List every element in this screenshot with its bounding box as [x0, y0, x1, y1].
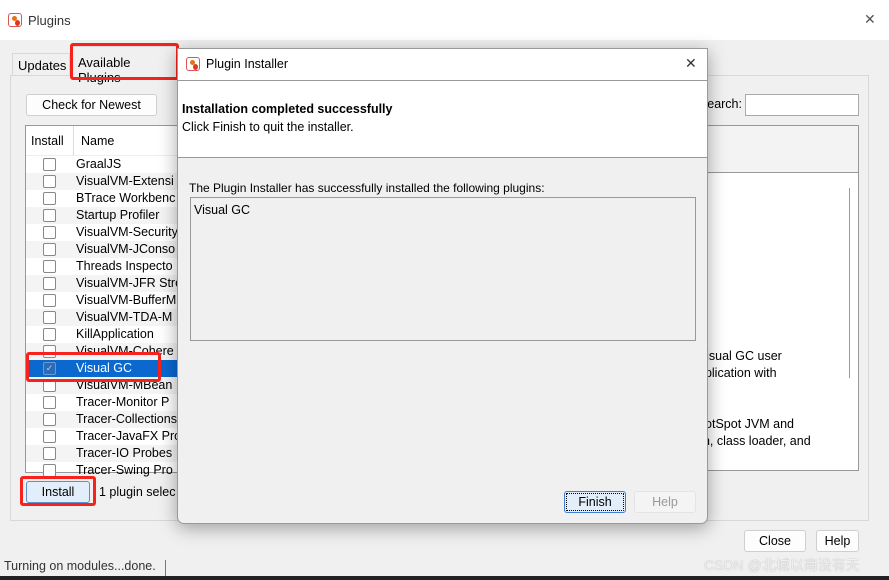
window-titlebar: Plugins ✕: [0, 0, 889, 40]
dialog-help-button[interactable]: Help: [634, 491, 696, 513]
plugin-name: VisualVM-TDA-M: [76, 310, 173, 324]
table-row[interactable]: GraalJS: [26, 156, 177, 173]
help-button[interactable]: Help: [816, 530, 859, 552]
plugin-name: Tracer-IO Probes: [76, 446, 173, 460]
install-checkbox[interactable]: [43, 260, 56, 273]
tab-updates[interactable]: Updates: [12, 53, 70, 76]
search-input[interactable]: [745, 94, 859, 116]
header-install[interactable]: Install: [31, 134, 64, 148]
plugin-name: VisualVM-Extensi: [76, 174, 174, 188]
table-header: Install Name: [26, 126, 177, 156]
table-row[interactable]: VisualVM-JFR Stre: [26, 275, 182, 292]
table-row[interactable]: VisualVM-JConso: [26, 241, 177, 258]
plugin-name: Tracer-JavaFX Pro: [76, 429, 182, 443]
highlight-row: [26, 352, 161, 382]
plugin-name: VisualVM-JFR Stre: [76, 276, 183, 290]
install-checkbox[interactable]: [43, 175, 56, 188]
install-checkbox[interactable]: [43, 294, 56, 307]
plugin-name: VisualVM-Security: [76, 225, 178, 239]
plugin-name: VisualVM-BufferM: [76, 293, 177, 307]
status-text: Turning on modules...done.: [4, 560, 156, 573]
details-text: on, class loader, and: [696, 434, 811, 448]
watermark: CSDN @北城以南没有天: [704, 557, 860, 573]
table-row[interactable]: KillApplication: [26, 326, 177, 343]
header-name[interactable]: Name: [81, 134, 114, 148]
install-checkbox[interactable]: [43, 430, 56, 443]
dialog-heading: Installation completed successfully: [182, 102, 393, 116]
window-title: Plugins: [28, 13, 71, 28]
divider: [165, 560, 166, 576]
highlight-install: [20, 476, 96, 506]
close-button[interactable]: Close: [744, 530, 806, 552]
table-row[interactable]: Tracer-Monitor P: [26, 394, 177, 411]
table-row[interactable]: Threads Inspecto: [26, 258, 177, 275]
plugin-name: Tracer-Collections: [76, 412, 177, 426]
dialog-titlebar: Plugin Installer ✕: [178, 49, 707, 80]
install-checkbox[interactable]: [43, 447, 56, 460]
table-row[interactable]: Tracer-Collections: [26, 411, 177, 428]
details-text: pplication with: [698, 366, 777, 380]
install-checkbox[interactable]: [43, 413, 56, 426]
finish-button[interactable]: Finish: [564, 491, 626, 513]
plugin-name: Tracer-Swing Pro: [76, 463, 173, 477]
plugin-name: Startup Profiler: [76, 208, 160, 222]
window-edge: [0, 576, 889, 580]
selection-count: 1 plugin selec: [99, 485, 176, 499]
check-for-newest-button[interactable]: Check for Newest: [26, 94, 157, 116]
scrollbar[interactable]: [849, 188, 850, 378]
details-text: HotSpot JVM and: [696, 417, 794, 431]
table-row[interactable]: VisualVM-Security: [26, 224, 178, 241]
dialog-subheading: Click Finish to quit the installer.: [182, 120, 354, 134]
dialog-body-text: The Plugin Installer has successfully in…: [189, 181, 545, 195]
close-icon[interactable]: ✕: [864, 11, 876, 28]
install-checkbox[interactable]: [43, 328, 56, 341]
install-checkbox[interactable]: [43, 192, 56, 205]
installed-list[interactable]: Visual GC: [190, 197, 696, 341]
table-row[interactable]: Startup Profiler: [26, 207, 177, 224]
install-checkbox[interactable]: [43, 158, 56, 171]
install-checkbox[interactable]: [43, 396, 56, 409]
plugin-name: Tracer-Monitor P: [76, 395, 170, 409]
plugin-installer-dialog: Plugin Installer ✕ Installation complete…: [177, 48, 708, 524]
plugin-name: BTrace Workbenc: [76, 191, 176, 205]
highlight-tab: [70, 43, 179, 80]
plugin-name: KillApplication: [76, 327, 154, 341]
table-row[interactable]: VisualVM-Extensi: [26, 173, 177, 190]
tab-label: Updates: [18, 58, 67, 73]
column-divider: [73, 126, 74, 156]
table-row[interactable]: Tracer-JavaFX Pro: [26, 428, 181, 445]
table-row[interactable]: VisualVM-BufferM: [26, 292, 177, 309]
install-checkbox[interactable]: [43, 311, 56, 324]
app-icon: [186, 57, 200, 71]
dialog-header: Installation completed successfully Clic…: [178, 80, 707, 158]
dialog-title: Plugin Installer: [206, 57, 288, 71]
plugin-name: VisualVM-JConso: [76, 242, 176, 256]
table-row[interactable]: VisualVM-TDA-M: [26, 309, 177, 326]
details-text: Visual GC user: [698, 349, 782, 363]
table-row[interactable]: Tracer-IO Probes: [26, 445, 177, 462]
plugin-name: Threads Inspecto: [76, 259, 173, 273]
install-checkbox[interactable]: [43, 277, 56, 290]
install-checkbox[interactable]: [43, 243, 56, 256]
install-checkbox[interactable]: [43, 209, 56, 222]
install-checkbox[interactable]: [43, 226, 56, 239]
installed-item: Visual GC: [194, 203, 251, 217]
close-icon[interactable]: ✕: [685, 55, 697, 72]
plugin-name: GraalJS: [76, 157, 122, 171]
table-row[interactable]: BTrace Workbenc: [26, 190, 177, 207]
app-icon: [8, 13, 22, 27]
